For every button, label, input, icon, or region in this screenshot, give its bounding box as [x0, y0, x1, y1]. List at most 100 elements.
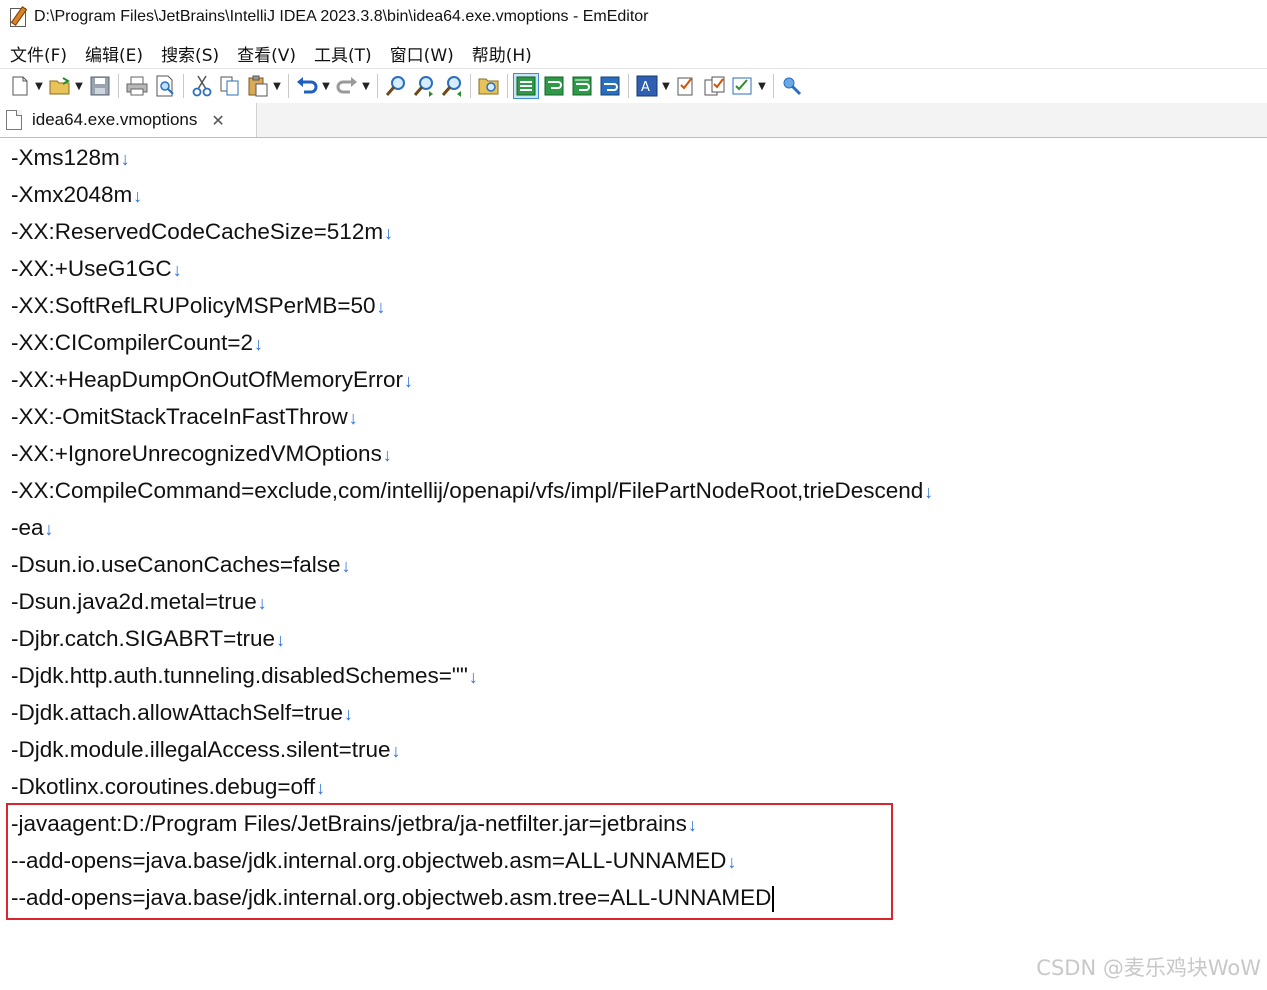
new-file-dropdown-icon[interactable]: ▼ — [34, 74, 44, 98]
menu-help[interactable]: 帮助(H) — [462, 41, 540, 66]
line-text: -ea — [11, 515, 44, 540]
line-text: -Xms128m — [11, 145, 120, 170]
macro-icon[interactable] — [731, 74, 755, 98]
title-bar: D:\Program Files\JetBrains\IntelliJ IDEA… — [0, 0, 1267, 34]
find-next-icon[interactable] — [412, 74, 436, 98]
cut-icon[interactable] — [190, 74, 214, 98]
find-icon[interactable] — [384, 74, 408, 98]
toolbar-separator — [377, 74, 378, 98]
tab-idea64-vmoptions[interactable]: idea64.exe.vmoptions ✕ — [0, 103, 257, 137]
menu-window[interactable]: 窗口(W) — [380, 41, 462, 66]
toolbar: ▼ ▼ ▼ ▼ ▼ A ▼ ▼ — [0, 70, 1267, 102]
eol-mark: ↓ — [924, 482, 934, 502]
editor-line: -Dkotlinx.coroutines.debug=off↓ — [11, 770, 325, 804]
copy-icon[interactable] — [218, 74, 242, 98]
paste-dropdown-icon[interactable]: ▼ — [272, 74, 282, 98]
line-text: -Djdk.attach.allowAttachSelf=true — [11, 700, 344, 725]
eol-mark: ↓ — [348, 408, 358, 428]
wrap-by-window-icon[interactable] — [570, 74, 594, 98]
wrap-none-icon[interactable] — [513, 73, 539, 99]
toolbar-separator — [118, 74, 119, 98]
open-dropdown-icon[interactable]: ▼ — [74, 74, 84, 98]
line-text: -XX:+HeapDumpOnOutOfMemoryError — [11, 367, 403, 392]
find-in-files-icon[interactable] — [477, 74, 501, 98]
tab-bar: idea64.exe.vmoptions ✕ — [0, 103, 1267, 138]
font-dropdown-icon[interactable]: ▼ — [661, 74, 671, 98]
pin-icon[interactable] — [780, 74, 804, 98]
undo-dropdown-icon[interactable]: ▼ — [321, 74, 331, 98]
editor-line: -XX:CompileCommand=exclude,com/intellij/… — [11, 474, 933, 508]
find-previous-icon[interactable] — [440, 74, 464, 98]
undo-icon[interactable] — [295, 74, 319, 98]
editor-line: -Djbr.catch.SIGABRT=true↓ — [11, 622, 285, 656]
menu-tools[interactable]: 工具(T) — [304, 41, 380, 66]
line-text: -XX:SoftRefLRUPolicyMSPerMB=50 — [11, 293, 376, 318]
line-text: -XX:+IgnoreUnrecognizedVMOptions — [11, 441, 382, 466]
font-icon[interactable]: A — [635, 74, 659, 98]
text-editor[interactable]: -Xms128m↓ -Xmx2048m↓ -XX:ReservedCodeCac… — [0, 139, 1267, 990]
emeditor-app-icon — [8, 6, 28, 27]
paste-icon[interactable] — [246, 74, 270, 98]
menu-bar: 文件(F) 编辑(E) 搜索(S) 查看(V) 工具(T) 窗口(W) 帮助(H… — [0, 38, 1267, 69]
eol-mark: ↓ — [257, 593, 267, 613]
wrap-by-page-icon[interactable] — [598, 74, 622, 98]
editor-line: -Djdk.attach.allowAttachSelf=true↓ — [11, 696, 353, 730]
menu-view[interactable]: 查看(V) — [227, 41, 304, 66]
eol-mark: ↓ — [468, 667, 478, 687]
editor-line: -Xms128m↓ — [11, 141, 130, 175]
toolbar-separator — [507, 74, 508, 98]
open-folder-icon[interactable] — [48, 74, 72, 98]
editor-line: -XX:+IgnoreUnrecognizedVMOptions↓ — [11, 437, 392, 471]
print-preview-icon[interactable] — [153, 74, 177, 98]
new-file-icon[interactable] — [8, 74, 32, 98]
macro-dropdown-icon[interactable]: ▼ — [757, 74, 767, 98]
eol-mark: ↓ — [341, 556, 351, 576]
toolbar-separator — [288, 74, 289, 98]
editor-line: -Xmx2048m↓ — [11, 178, 142, 212]
properties-icon[interactable] — [675, 74, 699, 98]
line-text: -XX:-OmitStackTraceInFastThrow — [11, 404, 348, 429]
redo-dropdown-icon[interactable]: ▼ — [361, 74, 371, 98]
line-text: -Djbr.catch.SIGABRT=true — [11, 626, 276, 651]
close-icon[interactable]: ✕ — [211, 111, 224, 130]
eol-mark: ↓ — [384, 223, 394, 243]
eol-mark: ↓ — [276, 630, 286, 650]
line-text: -Djdk.module.illegalAccess.silent=true — [11, 737, 391, 762]
editor-line: -XX:-OmitStackTraceInFastThrow↓ — [11, 400, 358, 434]
redo-icon[interactable] — [335, 74, 359, 98]
save-icon[interactable] — [88, 74, 112, 98]
eol-mark: ↓ — [120, 149, 130, 169]
watermark: CSDN @麦乐鸡块WoW — [1036, 956, 1261, 980]
menu-file[interactable]: 文件(F) — [0, 41, 75, 66]
editor-line: -Djdk.http.auth.tunneling.disabledScheme… — [11, 659, 478, 693]
wrap-by-chars-icon[interactable] — [542, 74, 566, 98]
line-text: -XX:ReservedCodeCacheSize=512m — [11, 219, 384, 244]
eol-mark: ↓ — [404, 371, 413, 391]
editor-line: -XX:+UseG1GC↓ — [11, 252, 182, 286]
eol-mark: ↓ — [44, 519, 54, 539]
line-text: -Dkotlinx.coroutines.debug=off — [11, 774, 316, 799]
editor-line: -Dsun.io.useCanonCaches=false↓ — [11, 548, 351, 582]
eol-mark: ↓ — [253, 334, 263, 354]
editor-line: -XX:SoftRefLRUPolicyMSPerMB=50↓ — [11, 289, 386, 323]
toolbar-separator — [628, 74, 629, 98]
menu-edit[interactable]: 编辑(E) — [75, 41, 151, 66]
eol-mark: ↓ — [391, 741, 401, 761]
eol-mark: ↓ — [382, 445, 392, 465]
eol-mark: ↓ — [376, 297, 386, 317]
toolbar-separator — [183, 74, 184, 98]
print-icon[interactable] — [125, 74, 149, 98]
line-text: -Xmx2048m — [11, 182, 133, 207]
line-text: -XX:+UseG1GC — [11, 256, 172, 281]
toolbar-separator — [773, 74, 774, 98]
editor-line: -Djdk.module.illegalAccess.silent=true↓ — [11, 733, 401, 767]
line-text: -Djdk.http.auth.tunneling.disabledScheme… — [11, 663, 468, 688]
annotation-highlight-box — [6, 803, 893, 920]
configurations-icon[interactable] — [703, 74, 727, 98]
line-text: -XX:CICompilerCount=2 — [11, 330, 253, 355]
line-text: -Dsun.java2d.metal=true — [11, 589, 257, 614]
editor-line: -ea↓ — [11, 511, 54, 545]
editor-line: -XX:+HeapDumpOnOutOfMemoryError↓ — [11, 363, 413, 397]
window-title: D:\Program Files\JetBrains\IntelliJ IDEA… — [34, 8, 649, 25]
menu-search[interactable]: 搜索(S) — [151, 41, 227, 66]
